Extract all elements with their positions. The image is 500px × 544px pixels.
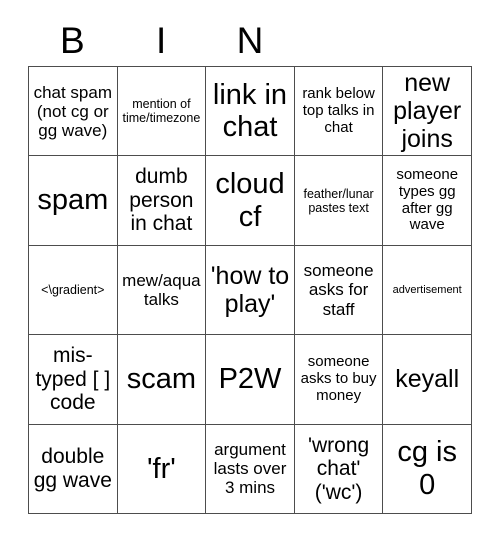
bingo-cell-label: cloud cf bbox=[215, 168, 285, 233]
bingo-cell-r2c1[interactable]: spam bbox=[29, 156, 118, 246]
bingo-cell-r5c4[interactable]: 'wrong chat' ('wc') bbox=[294, 424, 384, 514]
bingo-cell-r4c2[interactable]: scam bbox=[117, 335, 207, 425]
bingo-cell-label: rank below top talks in chat bbox=[302, 85, 375, 136]
bingo-cell-r4c5[interactable]: keyall bbox=[383, 335, 472, 425]
bingo-cell-r2c2[interactable]: dumb person in chat bbox=[117, 156, 207, 246]
bingo-cell-label: mention of time/timezone bbox=[122, 97, 201, 126]
bingo-cell-label: cg is 0 bbox=[397, 436, 457, 501]
bingo-cell-label: someone asks to buy money bbox=[300, 353, 377, 404]
bingo-header-letter-1: B bbox=[60, 19, 85, 61]
bingo-cell-r2c3[interactable]: cloud cf bbox=[206, 156, 295, 246]
bingo-header-letter-2: I bbox=[156, 19, 167, 61]
bingo-cell-r5c1[interactable]: double gg wave bbox=[29, 424, 118, 514]
bingo-cell-label: mew/aqua talks bbox=[122, 270, 201, 309]
bingo-cell-label: spam bbox=[37, 184, 109, 217]
bingo-cell-label: dumb person in chat bbox=[129, 165, 194, 236]
bingo-cell-r3c5[interactable]: advertisement bbox=[383, 245, 472, 336]
bingo-cell-label: 'how to play' bbox=[210, 261, 290, 318]
bingo-cell-r1c5[interactable]: new player joins bbox=[383, 67, 472, 157]
bingo-header-row: BIN bbox=[28, 14, 472, 66]
bingo-cell-label: someone asks for staff bbox=[303, 261, 374, 319]
bingo-cell-label: keyall bbox=[395, 365, 460, 394]
bingo-cell-label: argument lasts over 3 mins bbox=[213, 440, 287, 498]
bingo-cell-r4c3[interactable]: P2W bbox=[206, 335, 295, 425]
bingo-cell-label: someone types gg after gg wave bbox=[396, 166, 459, 234]
bingo-cell-r5c3[interactable]: argument lasts over 3 mins bbox=[206, 424, 295, 514]
bingo-cell-r1c1[interactable]: chat spam (not cg or gg wave) bbox=[29, 67, 118, 157]
bingo-card: B I N chat spam (not cg or gg wave) mention… bbox=[0, 0, 500, 544]
bingo-cell-r1c4[interactable]: rank below top talks in chat bbox=[294, 67, 384, 157]
bingo-cell-label: double gg wave bbox=[33, 445, 112, 492]
bingo-cell-r5c2[interactable]: 'fr' bbox=[117, 424, 207, 514]
bingo-cell-label: scam bbox=[126, 363, 197, 396]
bingo-cell-r4c4[interactable]: someone asks to buy money bbox=[294, 335, 384, 425]
bingo-cell-r3c3[interactable]: 'how to play' bbox=[206, 245, 295, 336]
bingo-cell-label: 'wrong chat' ('wc') bbox=[307, 433, 370, 504]
bingo-cell-r3c4[interactable]: someone asks for staff bbox=[294, 245, 384, 336]
bingo-cell-label: <\gradient> bbox=[41, 282, 105, 297]
bingo-header-letter-3: N bbox=[236, 19, 264, 61]
bingo-cell-r5c5[interactable]: cg is 0 bbox=[383, 424, 472, 514]
bingo-cell-r1c3[interactable]: link in chat bbox=[206, 67, 295, 157]
bingo-cell-r2c5[interactable]: someone types gg after gg wave bbox=[383, 156, 472, 246]
bingo-grid: chat spam (not cg or gg wave) mention of … bbox=[28, 66, 472, 514]
bingo-cell-r3c2[interactable]: mew/aqua talks bbox=[117, 245, 207, 336]
bingo-cell-r1c2[interactable]: mention of time/timezone bbox=[117, 67, 207, 157]
bingo-cell-label: P2W bbox=[218, 363, 282, 396]
bingo-cell-label: chat spam (not cg or gg wave) bbox=[33, 82, 113, 140]
bingo-cell-r2c4[interactable]: feather/lunar pastes text bbox=[294, 156, 384, 246]
bingo-cell-label: mis-typed [ ] code bbox=[35, 344, 111, 415]
bingo-cell-r3c1[interactable]: <\gradient> bbox=[29, 245, 118, 336]
bingo-cell-label: feather/lunar pastes text bbox=[303, 186, 374, 215]
bingo-cell-label: new player joins bbox=[393, 69, 462, 154]
bingo-cell-label: link in chat bbox=[212, 78, 288, 144]
bingo-cell-label: 'fr' bbox=[146, 452, 176, 485]
bingo-cell-r4c1[interactable]: mis-typed [ ] code bbox=[29, 335, 118, 425]
bingo-cell-label: advertisement bbox=[392, 283, 462, 296]
